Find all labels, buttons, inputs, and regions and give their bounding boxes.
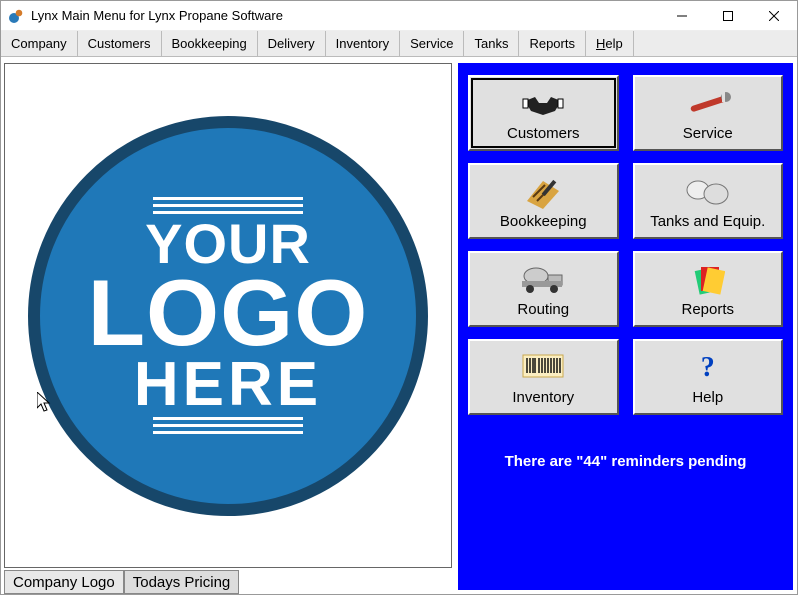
menu-company[interactable]: Company [1, 31, 78, 56]
logo-placeholder: YOUR LOGO HERE [28, 116, 428, 516]
left-panel: YOUR LOGO HERE Company Logo Todays Prici… [1, 57, 455, 594]
logo-text: YOUR LOGO HERE [88, 218, 369, 413]
menu-inventory[interactable]: Inventory [326, 31, 400, 56]
question-icon: ? [701, 349, 715, 387]
customers-label: Customers [507, 125, 580, 142]
customers-button[interactable]: Customers [468, 75, 619, 151]
barcode-icon [521, 349, 565, 387]
menubar: Company Customers Bookkeeping Delivery I… [1, 31, 797, 57]
menu-tanks[interactable]: Tanks [464, 31, 519, 56]
reminders-suffix: " reminders pending [600, 453, 746, 470]
reminders-prefix: There are " [505, 453, 584, 470]
service-label: Service [683, 125, 733, 142]
menu-customers[interactable]: Customers [78, 31, 162, 56]
maximize-button[interactable] [705, 1, 751, 30]
minimize-button[interactable] [659, 1, 705, 30]
reminders-count: 44 [583, 453, 600, 470]
wrench-icon [684, 85, 732, 123]
tanks-button[interactable]: Tanks and Equip. [633, 163, 784, 239]
inventory-button[interactable]: Inventory [468, 339, 619, 415]
logo-frame: YOUR LOGO HERE [4, 63, 452, 568]
menu-reports[interactable]: Reports [519, 31, 586, 56]
right-panel: Customers Service [458, 63, 793, 590]
window-controls [659, 1, 797, 30]
tab-company-logo[interactable]: Company Logo [4, 570, 124, 594]
tab-todays-pricing[interactable]: Todays Pricing [124, 570, 240, 594]
tanks-label: Tanks and Equip. [650, 213, 765, 230]
dashboard-grid: Customers Service [468, 75, 783, 415]
reminders-status: There are "44" reminders pending [468, 453, 783, 470]
reports-label: Reports [681, 301, 734, 318]
bookkeeping-button[interactable]: Bookkeeping [468, 163, 619, 239]
menu-bookkeeping[interactable]: Bookkeeping [162, 31, 258, 56]
inventory-label: Inventory [512, 389, 574, 406]
ledger-icon [523, 173, 563, 211]
reports-button[interactable]: Reports [633, 251, 784, 327]
folders-icon [691, 261, 725, 299]
bookkeeping-label: Bookkeeping [500, 213, 587, 230]
service-button[interactable]: Service [633, 75, 784, 151]
logo-decor-bottom [153, 413, 303, 438]
logo-line3: HERE [88, 356, 369, 413]
logo-line2: LOGO [88, 270, 369, 356]
app-icon [7, 7, 25, 25]
client-area: YOUR LOGO HERE Company Logo Todays Prici… [1, 57, 797, 594]
menu-delivery[interactable]: Delivery [258, 31, 326, 56]
help-button[interactable]: ? Help [633, 339, 784, 415]
menu-service[interactable]: Service [400, 31, 464, 56]
tanks-icon [686, 173, 730, 211]
titlebar: Lynx Main Menu for Lynx Propane Software [1, 1, 797, 31]
routing-button[interactable]: Routing [468, 251, 619, 327]
close-button[interactable] [751, 1, 797, 30]
help-label: Help [692, 389, 723, 406]
truck-icon [518, 261, 568, 299]
routing-label: Routing [517, 301, 569, 318]
bottom-tabs: Company Logo Todays Pricing [4, 568, 452, 594]
window-title: Lynx Main Menu for Lynx Propane Software [31, 8, 659, 23]
menu-help[interactable]: Help [586, 31, 634, 56]
handshake-icon [521, 85, 565, 123]
